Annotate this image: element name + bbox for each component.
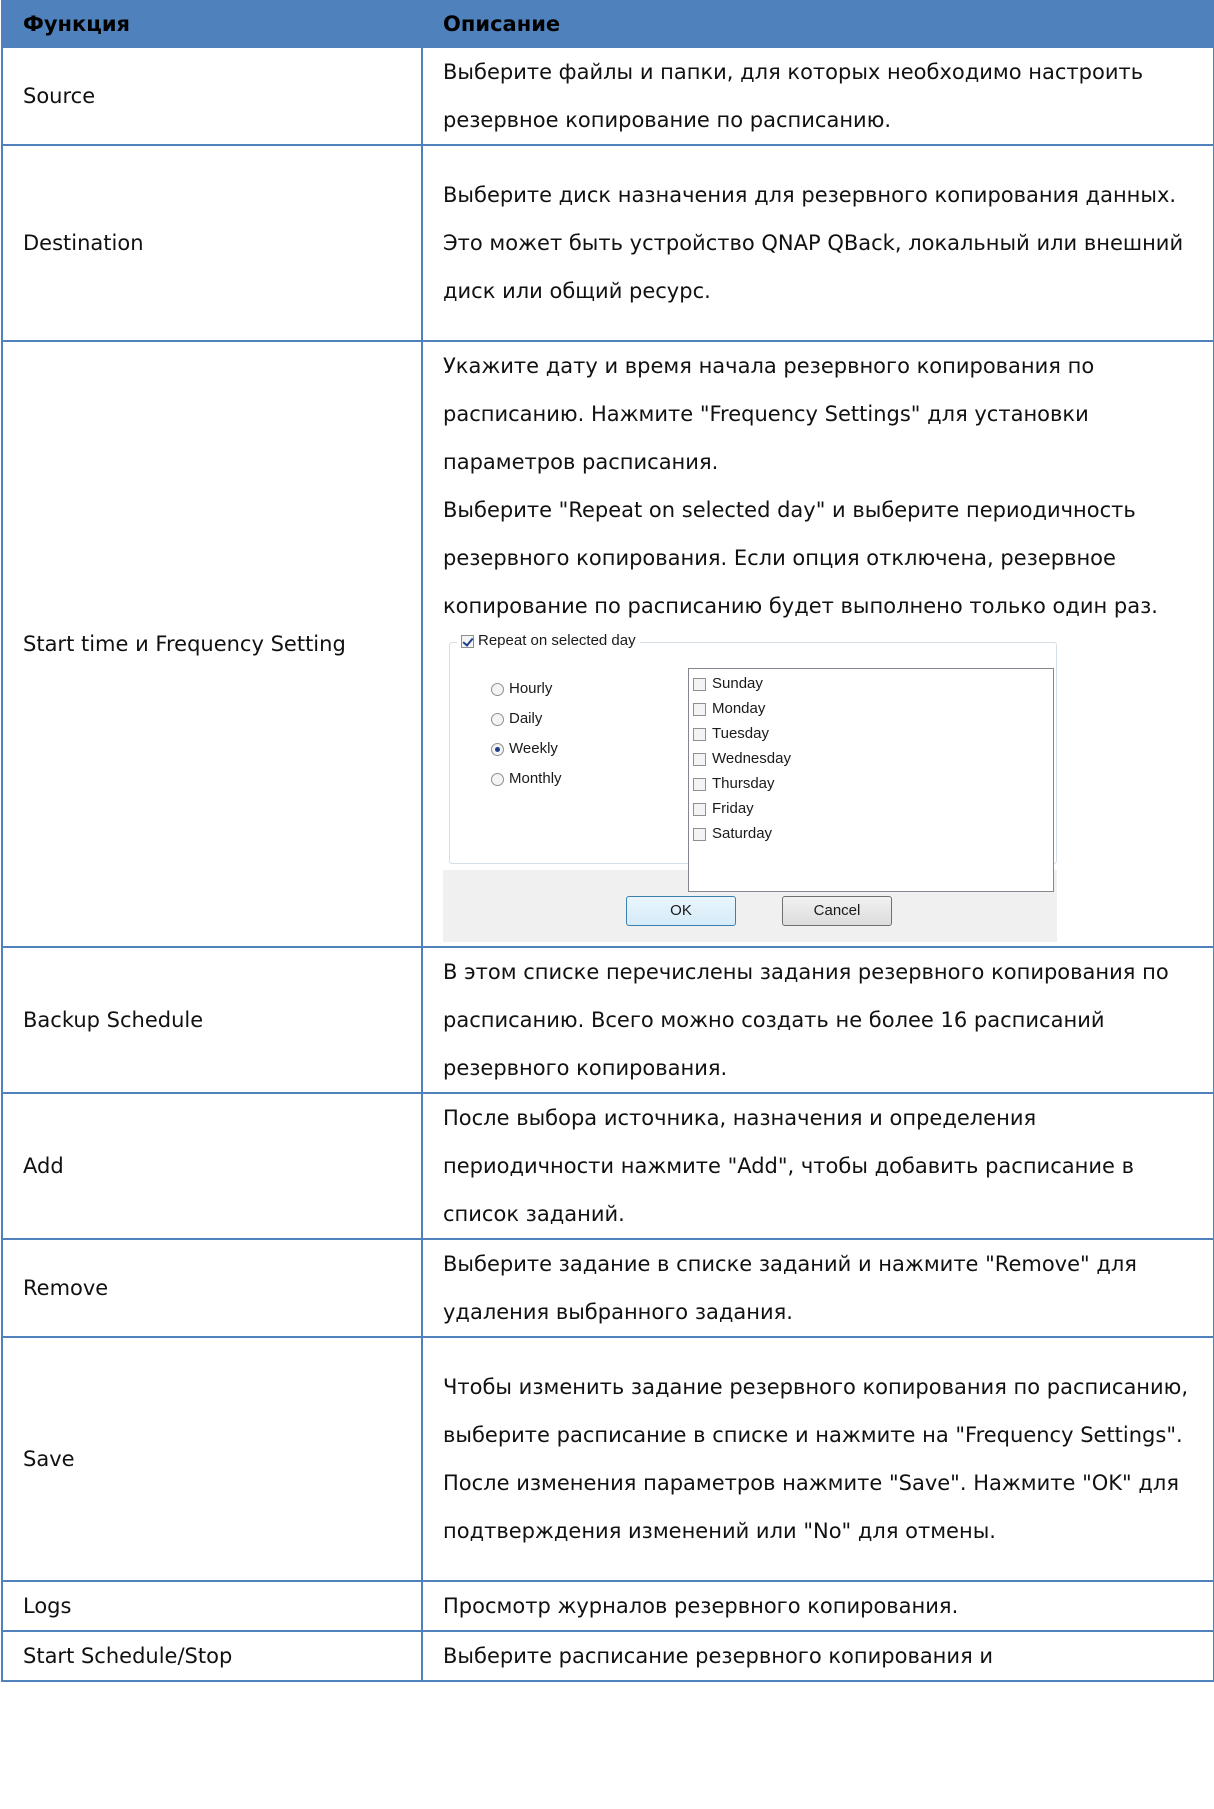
radio-daily[interactable]: Daily — [491, 710, 542, 728]
table-row: Save Чтобы изменить задание резервного к… — [1, 1336, 1214, 1582]
radio-label: Monthly — [509, 770, 562, 787]
frequency-settings-dialog-screenshot: Repeat on selected day Hourly Daily Week… — [443, 630, 1057, 942]
function-cell: Start Schedule/Stop — [1, 1630, 423, 1682]
description-text: Выберите файлы и папки, для которых необ… — [443, 60, 1144, 132]
day-label: Wednesday — [712, 750, 791, 767]
function-cell: Remove — [1, 1238, 423, 1338]
function-cell: Add — [1, 1092, 423, 1240]
table-row: Backup Schedule В этом списке перечислен… — [1, 946, 1214, 1094]
day-label: Monday — [712, 700, 766, 717]
description-cell: Чтобы изменить задание резервного копиро… — [421, 1336, 1214, 1582]
radio-hourly[interactable]: Hourly — [491, 680, 552, 698]
radio-label: Daily — [509, 710, 543, 727]
function-cell: Start time и Frequency Setting — [1, 340, 423, 948]
repeat-option[interactable]: Repeat on selected day — [457, 632, 640, 650]
days-listbox[interactable]: Sunday Monday Tuesday Wednesday Thursday… — [688, 668, 1054, 892]
function-cell: Backup Schedule — [1, 946, 423, 1094]
header-function: Функция — [1, 0, 423, 48]
day-item-wednesday[interactable]: Wednesday — [693, 750, 791, 768]
radio-monthly[interactable]: Monthly — [491, 770, 562, 788]
function-table: Функция Описание Source Выберите файлы и… — [1, 0, 1214, 1682]
day-checkbox[interactable] — [693, 752, 706, 766]
repeat-label: Repeat on selected day — [478, 632, 636, 649]
radio-label: Weekly — [509, 740, 558, 757]
header-description: Описание — [421, 0, 1214, 48]
description-cell: Выберите задание в списке заданий и нажм… — [421, 1238, 1214, 1338]
day-label: Saturday — [712, 825, 773, 842]
radio-icon[interactable] — [491, 712, 504, 726]
radio-label: Hourly — [509, 680, 553, 697]
day-item-tuesday[interactable]: Tuesday — [693, 725, 769, 743]
radio-weekly[interactable]: Weekly — [491, 740, 558, 758]
description-text: Выберите диск назначения для резервного … — [443, 183, 1184, 303]
table-row: Remove Выберите задание в списке заданий… — [1, 1238, 1214, 1338]
table-row: Start time и Frequency Setting Укажите д… — [1, 340, 1214, 948]
day-checkbox[interactable] — [693, 677, 706, 691]
table-header-row: Функция Описание — [1, 0, 1214, 48]
function-cell: Save — [1, 1336, 423, 1582]
day-checkbox[interactable] — [693, 702, 706, 716]
day-item-monday[interactable]: Monday — [693, 700, 765, 718]
day-item-friday[interactable]: Friday — [693, 800, 754, 818]
description-cell: Выберите диск назначения для резервного … — [421, 144, 1214, 342]
description-text: После выбора источника, назначения и опр… — [443, 1106, 1134, 1226]
description-text: Выберите "Repeat on selected day" и выбе… — [443, 498, 1158, 618]
description-text: В этом списке перечислены задания резерв… — [443, 960, 1169, 1080]
description-text: Выберите задание в списке заданий и нажм… — [443, 1252, 1137, 1324]
day-label: Tuesday — [712, 725, 769, 742]
description-cell: Выберите расписание резервного копирован… — [421, 1630, 1214, 1682]
repeat-checkbox[interactable] — [461, 634, 474, 648]
ok-button[interactable]: OK — [626, 896, 736, 926]
table-row: Add После выбора источника, назначения и… — [1, 1092, 1214, 1240]
day-checkbox[interactable] — [693, 727, 706, 741]
day-checkbox[interactable] — [693, 777, 706, 791]
function-cell: Destination — [1, 144, 423, 342]
description-text: Укажите дату и время начала резервного к… — [443, 354, 1095, 474]
radio-icon[interactable] — [491, 682, 504, 696]
day-item-sunday[interactable]: Sunday — [693, 675, 763, 693]
description-text: Просмотр журналов резервного копирования… — [443, 1594, 959, 1618]
description-cell: В этом списке перечислены задания резерв… — [421, 946, 1214, 1094]
day-label: Thursday — [712, 775, 775, 792]
description-cell: Выберите файлы и папки, для которых необ… — [421, 46, 1214, 146]
day-checkbox[interactable] — [693, 827, 706, 841]
radio-icon[interactable] — [491, 742, 504, 756]
day-label: Sunday — [712, 675, 763, 692]
table-row: Source Выберите файлы и папки, для котор… — [1, 46, 1214, 146]
description-cell: Укажите дату и время начала резервного к… — [421, 340, 1214, 948]
function-cell: Logs — [1, 1580, 423, 1632]
description-cell: После выбора источника, назначения и опр… — [421, 1092, 1214, 1240]
function-cell: Source — [1, 46, 423, 146]
description-text: Чтобы изменить задание резервного копиро… — [443, 1375, 1189, 1543]
table-row: Logs Просмотр журналов резервного копиро… — [1, 1580, 1214, 1632]
radio-icon[interactable] — [491, 772, 504, 786]
table-row: Destination Выберите диск назначения для… — [1, 144, 1214, 342]
description-text: Выберите расписание резервного копирован… — [443, 1644, 994, 1668]
day-label: Friday — [712, 800, 754, 817]
description-cell: Просмотр журналов резервного копирования… — [421, 1580, 1214, 1632]
day-checkbox[interactable] — [693, 802, 706, 816]
day-item-thursday[interactable]: Thursday — [693, 775, 775, 793]
table-row: Start Schedule/Stop Выберите расписание … — [1, 1630, 1214, 1682]
cancel-button[interactable]: Cancel — [782, 896, 892, 926]
day-item-saturday[interactable]: Saturday — [693, 825, 772, 843]
